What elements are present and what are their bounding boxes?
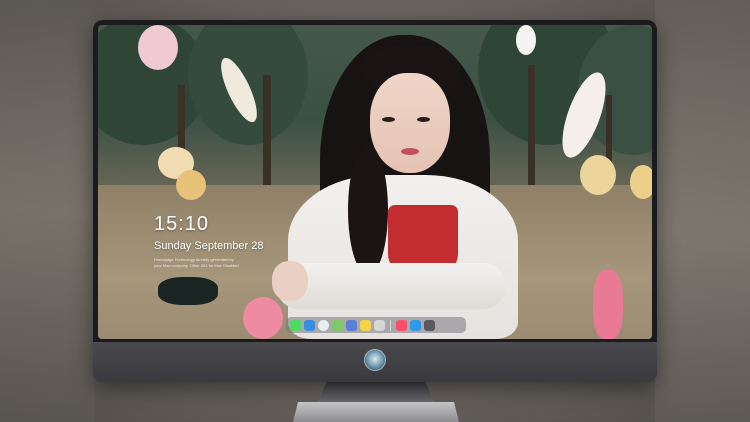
camera-icon[interactable] — [424, 319, 435, 331]
safari-icon[interactable] — [318, 319, 329, 331]
notes-icon[interactable] — [360, 319, 371, 331]
photos-icon[interactable] — [346, 319, 357, 331]
app-store-icon[interactable] — [410, 319, 421, 331]
preview-icon[interactable] — [374, 319, 385, 331]
lock-screen-date: Sunday September 28 — [154, 240, 264, 252]
monitor-logo-icon — [364, 349, 386, 371]
lock-screen-note-line2: your Mac company. Other 201 for Mac Disa… — [154, 263, 239, 268]
monitor-chin — [93, 342, 657, 382]
monitor: 15:10 Sunday September 28 Homepage Techn… — [93, 20, 657, 382]
lock-screen[interactable]: 15:10 Sunday September 28 Homepage Techn… — [98, 25, 652, 339]
dock-separator — [390, 319, 391, 331]
lock-screen-note: Homepage Technology Already generated by… — [154, 257, 274, 269]
monitor-stand-base — [293, 402, 459, 422]
maps-icon[interactable] — [332, 319, 343, 331]
background-left-blur — [0, 0, 95, 422]
messages-icon[interactable] — [290, 319, 301, 331]
lock-screen-time: 15:10 — [154, 213, 210, 235]
background-right-blur — [655, 0, 750, 422]
monitor-stand-neck — [317, 382, 435, 404]
finder-icon[interactable] — [304, 319, 315, 331]
dock — [286, 317, 466, 333]
music-icon[interactable] — [396, 319, 407, 331]
